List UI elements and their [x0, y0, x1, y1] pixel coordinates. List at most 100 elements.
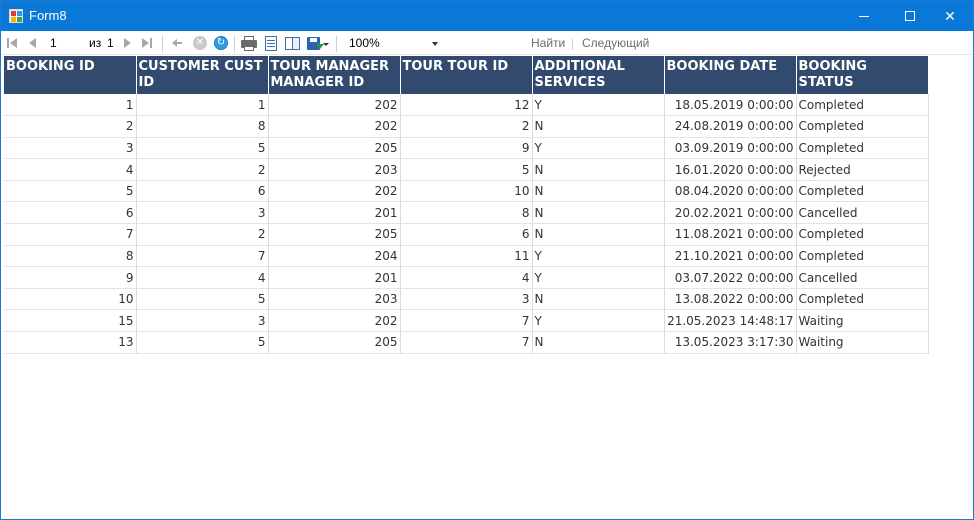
cell-additional-services: Y [532, 137, 665, 160]
table-row: 13 5 205 7 N 13.05.2023 3:17:30 Waiting [4, 331, 929, 354]
column-header-customer-cust-id: CUSTOMER CUST ID [136, 56, 269, 94]
previous-page-button[interactable] [27, 35, 39, 52]
cell-tour-id: 7 [400, 309, 533, 333]
table-row: 15 3 202 7 Y 21.05.2023 14:48:17 Waiting [4, 309, 929, 333]
print-layout-button[interactable] [263, 35, 279, 52]
previous-page-icon [29, 38, 36, 48]
cell-booking-status: Completed [796, 288, 929, 311]
close-button[interactable]: ✕ [927, 1, 973, 31]
cell-booking-status: Completed [796, 245, 929, 268]
current-page-input[interactable]: 1 [46, 35, 84, 52]
table-row: 7 2 205 6 N 11.08.2021 0:00:00 Completed [4, 223, 929, 246]
cell-booking-id: 6 [4, 201, 137, 225]
cell-booking-date: 20.02.2021 0:00:00 [664, 201, 797, 225]
column-header-tour-tour-id: TOUR TOUR ID [400, 56, 533, 94]
cell-booking-date: 03.09.2019 0:00:00 [664, 137, 797, 160]
cell-booking-date: 11.08.2021 0:00:00 [664, 223, 797, 246]
cell-customer-id: 1 [136, 94, 269, 117]
column-header-booking-id: BOOKING ID [4, 56, 137, 94]
cell-booking-status: Completed [796, 137, 929, 160]
table-row: 3 5 205 9 Y 03.09.2019 0:00:00 Completed [4, 137, 929, 160]
cell-customer-id: 5 [136, 331, 269, 354]
title-bar: Form8 ✕ [1, 1, 973, 31]
next-page-button[interactable] [122, 35, 134, 52]
cell-booking-id: 8 [4, 245, 137, 268]
cell-tour-id: 4 [400, 266, 533, 289]
table-row: 2 8 202 2 N 24.08.2019 0:00:00 Completed [4, 115, 929, 138]
stop-button[interactable]: ✕ [192, 35, 208, 52]
zoom-select[interactable]: 100% [344, 34, 444, 53]
cell-booking-status: Completed [796, 223, 929, 246]
report-body[interactable]: BOOKING ID CUSTOMER CUST ID TOUR MANAGER… [2, 56, 972, 519]
cell-additional-services: N [532, 158, 665, 181]
cell-manager-id: 202 [268, 309, 401, 333]
table-row: 4 2 203 5 N 16.01.2020 0:00:00 Rejected [4, 158, 929, 181]
cell-manager-id: 202 [268, 94, 401, 117]
cell-manager-id: 204 [268, 245, 401, 268]
bookings-table: BOOKING ID CUSTOMER CUST ID TOUR MANAGER… [4, 56, 929, 354]
back-button[interactable] [170, 35, 184, 52]
chevron-down-icon [432, 42, 438, 46]
cell-tour-id: 8 [400, 201, 533, 225]
find-button[interactable]: Найти [531, 35, 565, 52]
last-page-icon [142, 38, 149, 48]
close-icon: ✕ [944, 8, 956, 24]
cell-additional-services: Y [532, 266, 665, 289]
cell-additional-services: N [532, 201, 665, 225]
cell-customer-id: 5 [136, 137, 269, 160]
table-row: 9 4 201 4 Y 03.07.2022 0:00:00 Cancelled [4, 266, 929, 289]
table-row: 10 5 203 3 N 13.08.2022 0:00:00 Completed [4, 288, 929, 311]
cell-manager-id: 205 [268, 331, 401, 354]
report-toolbar: 1 из 1 ✕ ↻ 100% Найти Следующий [2, 32, 972, 55]
table-row: 5 6 202 10 N 08.04.2020 0:00:00 Completed [4, 180, 929, 203]
cell-booking-date: 13.08.2022 0:00:00 [664, 288, 797, 311]
cell-additional-services: N [532, 288, 665, 311]
cell-manager-id: 203 [268, 288, 401, 311]
cell-booking-id: 13 [4, 331, 137, 354]
minimize-button[interactable] [841, 1, 887, 31]
column-header-additional-services: ADDITIONAL SERVICES [532, 56, 665, 94]
column-header-booking-status: BOOKING STATUS [796, 56, 929, 94]
stop-icon: ✕ [193, 36, 207, 50]
cell-booking-date: 08.04.2020 0:00:00 [664, 180, 797, 203]
cell-booking-status: Completed [796, 180, 929, 203]
cell-additional-services: Y [532, 309, 665, 333]
page-setup-button[interactable] [284, 35, 302, 52]
cell-booking-id: 15 [4, 309, 137, 333]
first-page-icon [7, 38, 9, 48]
cell-booking-status: Completed [796, 94, 929, 117]
find-input[interactable] [451, 34, 525, 53]
chevron-down-icon [323, 43, 329, 46]
cell-additional-services: N [532, 180, 665, 203]
refresh-button[interactable]: ↻ [213, 35, 229, 52]
last-page-button[interactable] [141, 35, 155, 52]
table-row: 8 7 204 11 Y 21.10.2021 0:00:00 Completed [4, 245, 929, 268]
cell-manager-id: 205 [268, 223, 401, 246]
cell-booking-id: 9 [4, 266, 137, 289]
cell-tour-id: 2 [400, 115, 533, 138]
print-button[interactable] [240, 35, 258, 52]
app-icon [9, 9, 23, 23]
cell-additional-services: N [532, 115, 665, 138]
zoom-value: 100% [349, 36, 380, 50]
cell-booking-id: 10 [4, 288, 137, 311]
find-next-button[interactable]: Следующий [582, 35, 649, 52]
cell-booking-id: 1 [4, 94, 137, 117]
export-button[interactable] [306, 35, 329, 52]
cell-manager-id: 203 [268, 158, 401, 181]
cell-booking-date: 24.08.2019 0:00:00 [664, 115, 797, 138]
cell-booking-id: 3 [4, 137, 137, 160]
first-page-button[interactable] [6, 35, 20, 52]
toolbar-separator [572, 39, 573, 50]
cell-additional-services: N [532, 331, 665, 354]
cell-booking-date: 18.05.2019 0:00:00 [664, 94, 797, 117]
cell-tour-id: 9 [400, 137, 533, 160]
cell-booking-date: 03.07.2022 0:00:00 [664, 266, 797, 289]
cell-manager-id: 202 [268, 180, 401, 203]
table-row: 1 1 202 12 Y 18.05.2019 0:00:00 Completed [4, 94, 929, 117]
cell-tour-id: 3 [400, 288, 533, 311]
cell-manager-id: 201 [268, 266, 401, 289]
cell-customer-id: 7 [136, 245, 269, 268]
table-row: 6 3 201 8 N 20.02.2021 0:00:00 Cancelled [4, 201, 929, 225]
cell-tour-id: 6 [400, 223, 533, 246]
